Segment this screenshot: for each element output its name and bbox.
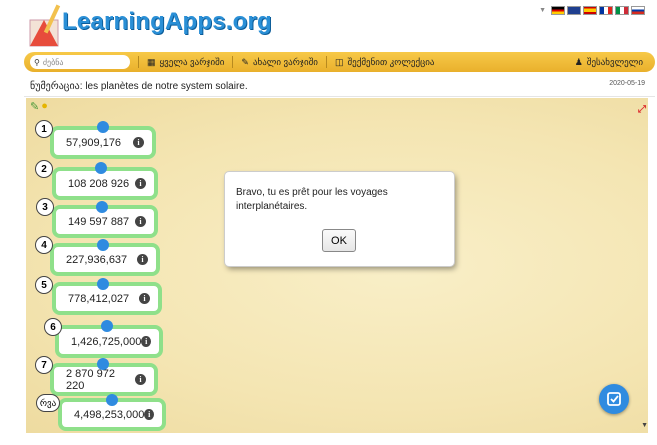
dialog-message: Bravo, tu es prêt pour les voyages inter…: [236, 187, 388, 212]
card-badge: რვა: [36, 394, 60, 412]
pin-handle[interactable]: [96, 201, 108, 213]
edit-icon[interactable]: ✎: [30, 100, 39, 113]
login-link[interactable]: ♟ შესახვლელი: [575, 57, 643, 68]
info-icon[interactable]: i: [139, 293, 150, 304]
card-badge: 7: [35, 356, 53, 374]
menu-item-all-apps[interactable]: ▦ ყველა ვარჯიში: [138, 56, 232, 68]
stage-tools: ✎ ●: [30, 100, 48, 113]
search-input[interactable]: ⚲ ძებნა: [30, 55, 130, 69]
feedback-dialog: Bravo, tu es prêt pour les voyages inter…: [225, 172, 454, 266]
page-title: ნუმერაცია: les planètes de notre system …: [30, 81, 248, 92]
menu-item-new-app[interactable]: ✎ ახალი ვარჯიში: [232, 56, 326, 68]
login-label: შესახვლელი: [586, 56, 643, 67]
check-icon: [607, 392, 621, 406]
scroll-down-icon[interactable]: ▼: [641, 422, 648, 429]
pin-handle[interactable]: [97, 121, 109, 133]
info-icon[interactable]: i: [144, 409, 154, 420]
menu-item-collection[interactable]: ◫ შექმენით კოლექცია: [325, 56, 443, 68]
card-badge: 1: [35, 120, 53, 138]
info-icon[interactable]: i: [133, 137, 144, 148]
check-button[interactable]: [599, 384, 629, 414]
card-badge: 4: [35, 236, 53, 254]
card-value: 108 208 926: [68, 177, 130, 190]
card-value: 4,498,253,000: [74, 408, 145, 421]
card-value: 778,412,027: [68, 292, 130, 305]
pin-handle[interactable]: [97, 358, 109, 370]
info-icon[interactable]: i: [135, 178, 146, 189]
card-badge: 3: [36, 198, 54, 216]
lightbulb-icon[interactable]: ●: [41, 100, 48, 113]
pencil-icon: ✎: [241, 56, 249, 67]
logo-text[interactable]: LearningApps.org: [62, 8, 272, 36]
header: LearningApps.org ▼: [0, 0, 657, 52]
card-value: 57,909,176: [66, 136, 122, 149]
flag-it-icon[interactable]: [615, 6, 629, 15]
divider: [24, 96, 655, 97]
card-value: 227,936,637: [66, 253, 128, 266]
search-placeholder: ძებნა: [42, 57, 64, 67]
search-icon: ⚲: [34, 57, 40, 67]
flag-de-icon[interactable]: [551, 6, 565, 15]
flag-uk-icon[interactable]: [567, 6, 581, 15]
logo-icon: [29, 4, 61, 47]
pin-handle[interactable]: [101, 320, 113, 332]
pin-handle[interactable]: [97, 239, 109, 251]
menu-item-label: შექმენით კოლექცია: [347, 56, 435, 67]
ok-button[interactable]: OK: [322, 229, 356, 252]
menu-item-label: ყველა ვარჯიში: [159, 56, 225, 67]
grid-icon: ▦: [147, 56, 156, 67]
pin-handle[interactable]: [95, 162, 107, 174]
card-value: 149 597 887: [68, 215, 130, 228]
info-icon[interactable]: i: [135, 216, 146, 227]
info-icon[interactable]: i: [141, 336, 151, 347]
info-icon[interactable]: i: [135, 374, 146, 385]
collection-icon: ◫: [334, 56, 344, 67]
card-badge: 6: [44, 318, 62, 336]
flag-es-icon[interactable]: [583, 6, 597, 15]
card-value: 2 870 972 220: [66, 367, 115, 392]
flag-ru-icon[interactable]: [631, 6, 645, 15]
flag-fr-icon[interactable]: [599, 6, 613, 15]
user-icon: ♟: [574, 56, 583, 67]
chevron-down-icon[interactable]: ▼: [539, 7, 546, 14]
main-menu-bar: ⚲ ძებნა ▦ ყველა ვარჯიში ✎ ახალი ვარჯიში …: [24, 52, 655, 72]
fullscreen-icon[interactable]: ⤢: [638, 104, 646, 115]
language-flags: ▼: [539, 6, 645, 15]
pin-handle[interactable]: [106, 394, 118, 406]
menu-item-label: ახალი ვარჯიში: [252, 56, 318, 67]
card-badge: 5: [35, 276, 53, 294]
pin-handle[interactable]: [97, 278, 109, 290]
card-value: 1,426,725,000: [71, 335, 142, 348]
page-date: 2020-05-19: [609, 80, 645, 87]
card-badge: 2: [35, 160, 53, 178]
info-icon[interactable]: i: [137, 254, 148, 265]
